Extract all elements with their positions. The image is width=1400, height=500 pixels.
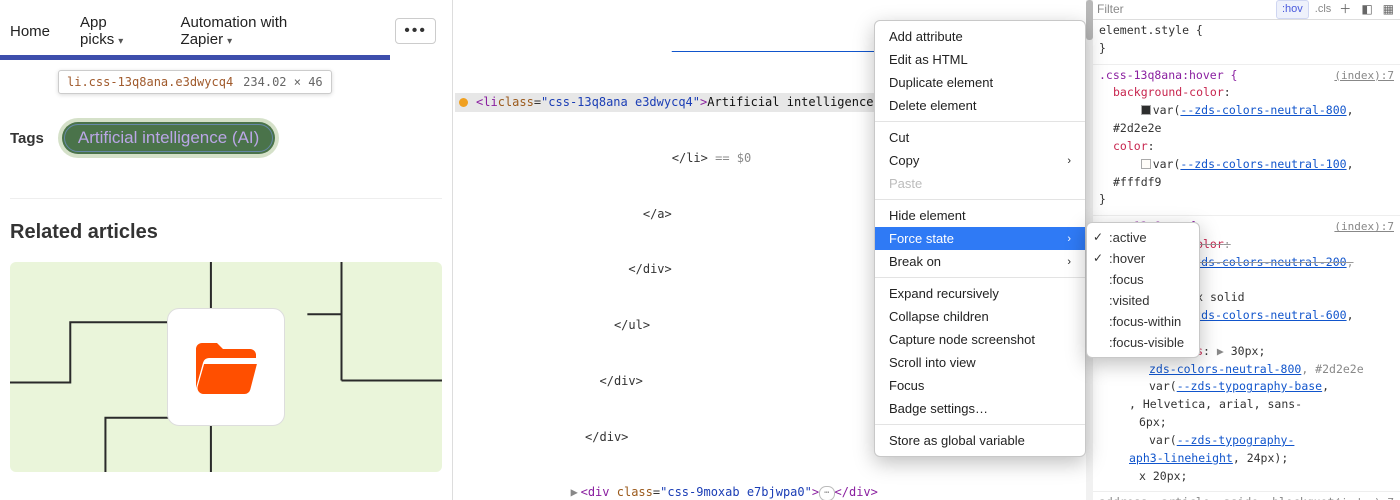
style-rule[interactable]: element.style { } (1093, 20, 1400, 65)
ctx-collapse-children[interactable]: Collapse children (875, 305, 1085, 328)
disclosure-triangle-icon[interactable]: ▶ (571, 483, 581, 500)
context-menu[interactable]: Add attribute Edit as HTML Duplicate ele… (874, 20, 1086, 457)
sub-active[interactable]: ✓:active (1087, 227, 1199, 248)
ctx-delete-element[interactable]: Delete element (875, 94, 1085, 117)
computed-icon[interactable]: ◧ (1359, 0, 1374, 19)
color-swatch-icon[interactable] (1141, 159, 1151, 169)
ctx-copy[interactable]: Copy› (875, 149, 1085, 172)
ctx-duplicate-element[interactable]: Duplicate element (875, 71, 1085, 94)
ctx-capture-screenshot[interactable]: Capture node screenshot (875, 328, 1085, 351)
tags-row: Tags Artificial intelligence (AI) (10, 122, 442, 154)
sub-focus-visible[interactable]: :focus-visible (1087, 332, 1199, 353)
ctx-cut[interactable]: Cut (875, 126, 1085, 149)
filter-input[interactable]: Filter (1097, 0, 1124, 19)
styles-toolbar: Filter :hov .cls ＋ ◧ ▦ (1093, 0, 1400, 20)
divider (10, 198, 442, 199)
ctx-scroll-into-view[interactable]: Scroll into view (875, 351, 1085, 374)
site-nav: Home App picks▾ Automation with Zapier▾ … (0, 0, 452, 62)
ctx-store-global[interactable]: Store as global variable (875, 429, 1085, 452)
tags-label: Tags (10, 130, 44, 147)
related-articles-heading: Related articles (10, 221, 442, 244)
ctx-force-state[interactable]: Force state› (875, 227, 1085, 250)
chevron-right-icon: › (1067, 155, 1071, 167)
ctx-edit-as-html[interactable]: Edit as HTML (875, 48, 1085, 71)
ctx-expand-recursively[interactable]: Expand recursively (875, 282, 1085, 305)
hov-toggle[interactable]: :hov (1276, 0, 1309, 19)
more-menu-button[interactable]: ••• (395, 18, 436, 44)
force-state-submenu[interactable]: ✓:active ✓:hover :focus :visited :focus-… (1086, 222, 1200, 358)
source-link[interactable]: (index):7 (1334, 494, 1394, 500)
menu-separator (875, 121, 1085, 122)
style-rule[interactable]: (index):7 address, article, aside, block… (1093, 492, 1400, 500)
check-icon: ✓ (1093, 230, 1103, 244)
website-pane: Home App picks▾ Automation with Zapier▾ … (0, 0, 453, 500)
sub-focus-within[interactable]: :focus-within (1087, 311, 1199, 332)
chevron-down-icon: ▾ (118, 36, 123, 47)
folder-icon-tile (167, 308, 285, 426)
style-rule[interactable]: (index):7 .css-13q8ana:hover { backgroun… (1093, 65, 1400, 217)
menu-separator (875, 277, 1085, 278)
check-icon: ✓ (1093, 251, 1103, 265)
chevron-right-icon: › (1067, 256, 1071, 268)
element-inspector-tooltip: li.css-13q8ana.e3dwycq4234.02 × 46 (58, 70, 332, 94)
ctx-add-attribute[interactable]: Add attribute (875, 25, 1085, 48)
chevron-down-icon: ▾ (227, 36, 232, 47)
sub-hover[interactable]: ✓:hover (1087, 248, 1199, 269)
reading-progress-bar (0, 55, 390, 60)
nav-automation[interactable]: Automation with Zapier▾ (181, 14, 336, 48)
new-rule-icon[interactable]: ＋ (1337, 0, 1353, 19)
sub-focus[interactable]: :focus (1087, 269, 1199, 290)
ctx-break-on[interactable]: Break on› (875, 250, 1085, 273)
ctx-paste: Paste (875, 172, 1085, 195)
source-link[interactable]: (index):7 (1334, 218, 1394, 235)
related-article-card[interactable] (10, 262, 442, 472)
sub-visited[interactable]: :visited (1087, 290, 1199, 311)
ctx-badge-settings[interactable]: Badge settings… (875, 397, 1085, 420)
breakpoint-dot-icon (459, 98, 468, 107)
tag-ai[interactable]: Artificial intelligence (AI) (62, 122, 275, 154)
menu-separator (875, 199, 1085, 200)
ctx-hide-element[interactable]: Hide element (875, 204, 1085, 227)
color-swatch-icon[interactable] (1141, 105, 1151, 115)
layout-icon[interactable]: ▦ (1381, 0, 1396, 19)
ellipsis-icon[interactable]: ⋯ (819, 486, 834, 500)
ctx-focus[interactable]: Focus (875, 374, 1085, 397)
source-link[interactable]: (index):7 (1334, 67, 1394, 84)
chevron-right-icon: › (1067, 233, 1071, 245)
nav-home[interactable]: Home (10, 23, 50, 40)
menu-separator (875, 424, 1085, 425)
cls-toggle[interactable]: .cls (1315, 1, 1332, 18)
scrollbar-thumb[interactable] (1086, 0, 1093, 40)
folder-open-icon (190, 331, 262, 403)
nav-app-picks[interactable]: App picks▾ (80, 14, 151, 48)
